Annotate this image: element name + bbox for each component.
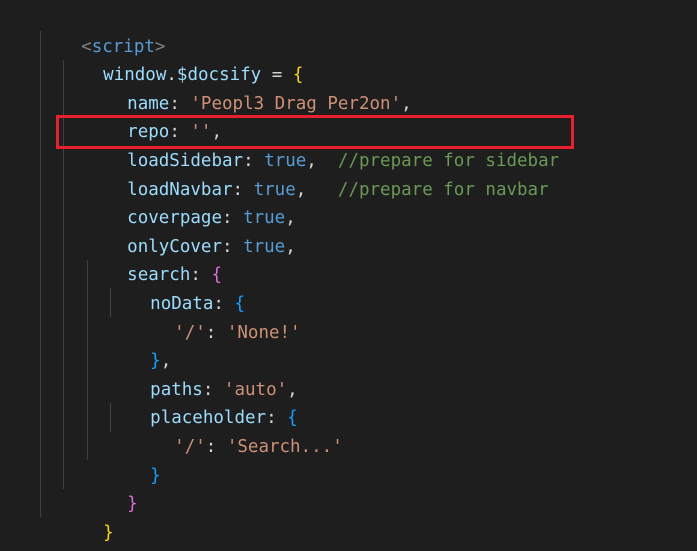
code-line-only-cover: onlyCover: true, bbox=[85, 204, 296, 257]
code-line-placeholder: placeholder: { bbox=[108, 376, 298, 428]
code-line-close-script-tag: </script> bbox=[39, 519, 176, 548]
string-key: '/' bbox=[174, 436, 206, 457]
code-line-paths: paths: 'auto', bbox=[108, 347, 298, 400]
boolean-value: true bbox=[243, 236, 286, 257]
comma: , bbox=[285, 236, 296, 257]
code-line-docsify-close: } bbox=[61, 490, 114, 543]
highlight-box bbox=[56, 115, 574, 149]
code-line-search-close: } bbox=[85, 462, 138, 514]
code-line-name: name: 'Peopl3 Drag Per2on', bbox=[85, 61, 412, 114]
string-value: 'None!' bbox=[226, 322, 301, 343]
string-key: '/' bbox=[174, 322, 206, 343]
code-line-no-data: noData: { bbox=[108, 261, 245, 314]
code-line-no-data-entry: '/': 'None!' bbox=[132, 290, 300, 343]
code-line-placeholder-entry: '/': 'Search...' bbox=[132, 404, 343, 457]
code-line-search: search: { bbox=[85, 233, 222, 285]
code-editor[interactable]: <script> window.$docsify = { name: 'Peop… bbox=[0, 0, 697, 551]
comma: , bbox=[401, 93, 412, 114]
code-line-placeholder-close: } bbox=[108, 433, 161, 486]
code-line-no-data-close: }, bbox=[108, 319, 171, 371]
string-value: 'Search...' bbox=[226, 436, 343, 457]
code-line-open-script-tag: <script> bbox=[39, 4, 165, 57]
colon: : bbox=[221, 236, 244, 257]
indent-guide bbox=[40, 31, 41, 517]
line-comment: //prepare for navbar bbox=[337, 179, 549, 200]
close-brace: } bbox=[150, 465, 161, 486]
code-line-coverpage: coverpage: true, bbox=[85, 176, 296, 228]
code-line-load-navbar: loadNavbar: true, //prepare for navbar bbox=[85, 147, 548, 200]
colon: : bbox=[205, 436, 227, 457]
code-line-window-docsify: window.$docsify = { bbox=[61, 33, 303, 85]
colon: : bbox=[205, 322, 227, 343]
comma: , bbox=[295, 179, 338, 200]
close-brace: } bbox=[127, 494, 138, 515]
